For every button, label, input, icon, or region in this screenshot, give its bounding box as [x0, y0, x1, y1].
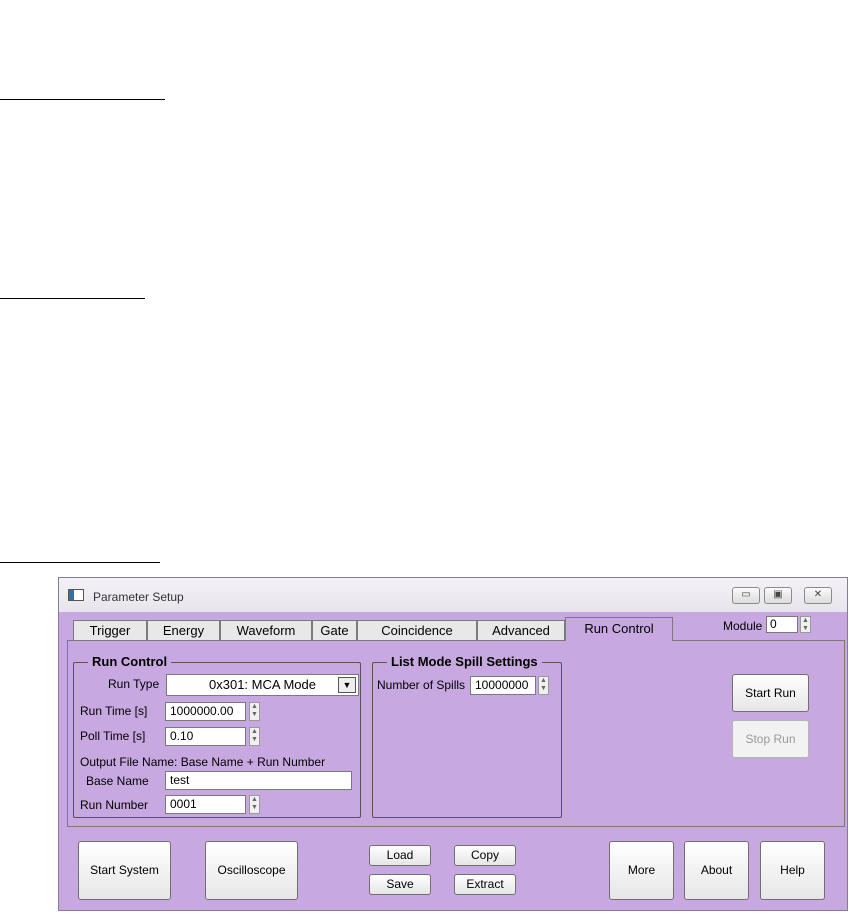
module-label: Module — [723, 619, 763, 633]
app-icon — [68, 589, 84, 601]
load-button[interactable]: Load — [369, 845, 431, 866]
list-mode-group-title: List Mode Spill Settings — [387, 654, 542, 669]
parameter-setup-window: Parameter Setup ▭ ▣ ✕ Trigger Energy Wav… — [58, 577, 848, 911]
stop-run-button[interactable]: Stop Run — [732, 720, 809, 758]
run-time-spinner-icon[interactable]: ▲ ▼ — [249, 702, 260, 721]
window-title: Parameter Setup — [93, 590, 184, 604]
poll-time-label: Poll Time [s] — [80, 729, 146, 743]
run-type-label: Run Type — [108, 677, 160, 691]
run-type-select[interactable]: 0x301: MCA Mode ▼ — [166, 674, 359, 696]
oscilloscope-button[interactable]: Oscilloscope — [205, 841, 298, 900]
tab-gate[interactable]: Gate — [312, 620, 357, 640]
heading-underline-2 — [0, 298, 145, 299]
heading-underline-3 — [0, 562, 160, 563]
tab-coincidence[interactable]: Coincidence — [357, 620, 477, 640]
more-button[interactable]: More — [609, 841, 674, 900]
poll-time-spinner-icon[interactable]: ▲ ▼ — [249, 727, 260, 746]
tab-trigger[interactable]: Trigger — [73, 620, 147, 640]
module-input[interactable]: 0 — [766, 616, 798, 633]
base-name-label: Base Name — [86, 774, 149, 788]
copy-button[interactable]: Copy — [454, 845, 516, 866]
heading-underline-1 — [0, 99, 165, 100]
output-file-note: Output File Name: Base Name + Run Number — [80, 755, 326, 769]
save-button[interactable]: Save — [369, 874, 431, 895]
tab-run-control[interactable]: Run Control — [565, 617, 673, 641]
title-bar[interactable]: Parameter Setup ▭ ▣ ✕ — [59, 578, 847, 612]
run-control-panel: Run Control Run Type 0x301: MCA Mode ▼ R… — [67, 640, 845, 827]
start-run-button[interactable]: Start Run — [732, 674, 809, 712]
run-time-label: Run Time [s] — [80, 704, 148, 718]
tab-waveform[interactable]: Waveform — [220, 620, 312, 640]
extract-button[interactable]: Extract — [454, 874, 516, 895]
tab-energy[interactable]: Energy — [147, 620, 220, 640]
run-number-input[interactable]: 0001 — [165, 795, 246, 814]
dropdown-arrow-icon[interactable]: ▼ — [338, 677, 356, 693]
poll-time-input[interactable]: 0.10 — [165, 727, 246, 746]
minimize-button[interactable]: ▭ — [732, 587, 760, 604]
run-control-group: Run Control Run Type 0x301: MCA Mode ▼ R… — [73, 654, 361, 818]
spills-label: Number of Spills — [377, 678, 466, 692]
run-time-input[interactable]: 1000000.00 — [165, 702, 246, 721]
close-button[interactable]: ✕ — [804, 587, 832, 604]
start-system-button[interactable]: Start System — [78, 841, 171, 900]
help-button[interactable]: Help — [760, 841, 825, 900]
base-name-input[interactable]: test — [165, 771, 352, 790]
run-number-spinner-icon[interactable]: ▲ ▼ — [249, 795, 260, 814]
list-mode-group: List Mode Spill Settings Number of Spill… — [372, 654, 562, 818]
spills-input[interactable]: 10000000 — [470, 676, 536, 695]
spills-spinner-icon[interactable]: ▲ ▼ — [538, 676, 549, 695]
maximize-button[interactable]: ▣ — [764, 587, 792, 604]
about-button[interactable]: About — [684, 841, 749, 900]
module-spinner-icon[interactable]: ▲ ▼ — [800, 616, 811, 633]
tab-advanced[interactable]: Advanced — [477, 620, 565, 640]
run-number-label: Run Number — [80, 798, 149, 812]
run-type-value: 0x301: MCA Mode — [209, 677, 316, 692]
run-control-group-title: Run Control — [88, 654, 172, 669]
